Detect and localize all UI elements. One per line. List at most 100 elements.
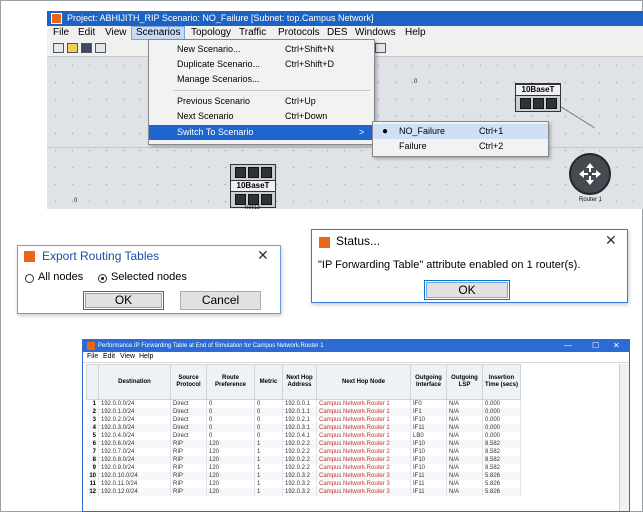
table-cell: 1 [254, 448, 283, 456]
column-header[interactable]: Destination [98, 364, 171, 400]
column-header[interactable]: Source Protocol [170, 364, 207, 400]
radio-selected-nodes[interactable] [98, 274, 107, 283]
column-header[interactable] [86, 364, 99, 400]
column-header[interactable]: Outgoing Interface [410, 364, 447, 400]
menu-help[interactable]: Help [139, 352, 153, 362]
column-header[interactable]: Next Hop Address [282, 364, 317, 400]
menu-edit[interactable]: Edit [74, 26, 99, 40]
vertical-scrollbar[interactable] [619, 364, 629, 511]
table-row[interactable]: 10 192.0.10.0/24 RIP 120 1 192.0.3.2 Campus Ne… [86, 472, 521, 480]
table-row[interactable]: 11 192.0.11.0/24 RIP 120 1 192.0.3.2 Campus Ne… [86, 480, 521, 488]
table-row[interactable]: 2 192.0.1.0/24 Direct 0 0 192.0.1.1 Campus Net… [86, 408, 521, 416]
table-cell: Campus Network.Router 2 [316, 448, 411, 456]
menu-topology[interactable]: Topology [187, 26, 235, 40]
menu-view[interactable]: View [101, 26, 131, 40]
table-cell: 1 [254, 488, 283, 496]
table-row[interactable]: 4 192.0.3.0/24 Direct 0 0 192.0.3.1 Campus Net… [86, 424, 521, 432]
table-cell: RIP [170, 488, 207, 496]
table-cell: 192.0.0.0/24 [98, 399, 171, 408]
menu-item-manage-scenarios[interactable]: Manage Scenarios... [149, 72, 374, 87]
radio-all-nodes-label[interactable]: All nodes [38, 271, 83, 283]
menu-windows[interactable]: Windows [351, 26, 400, 40]
maximize-icon[interactable]: ☐ [592, 340, 599, 352]
menu-traffic[interactable]: Traffic [235, 26, 270, 40]
toolbar-tool-icon[interactable] [375, 43, 386, 53]
ruler-mark-left: 0 [74, 198, 78, 204]
table-row[interactable]: 1 192.0.0.0/24 Direct 0 0 192.0.0.1 Campus Net… [86, 399, 521, 408]
menu-item-duplicate-scenario[interactable]: Duplicate Scenario... Ctrl+Shift+D [149, 57, 374, 72]
table-cell: 120 [206, 456, 255, 464]
close-icon[interactable]: ✕ [613, 340, 620, 352]
new-project-icon[interactable] [53, 43, 64, 53]
submenu-item-no-failure[interactable]: ● NO_Failure Ctrl+1 [373, 124, 548, 139]
open-folder-icon[interactable] [67, 43, 78, 53]
table-cell: 9 [86, 464, 99, 472]
print-icon[interactable] [95, 43, 106, 53]
table-row[interactable]: 12 192.0.12.0/24 RIP 120 1 192.0.3.2 Campus Ne… [86, 488, 521, 496]
column-header[interactable]: Route Preference [206, 364, 255, 400]
menu-des[interactable]: DES [323, 26, 352, 40]
cancel-button[interactable]: Cancel [180, 291, 261, 310]
ok-button[interactable]: OK [424, 280, 510, 300]
table-row[interactable]: 7 192.0.7.0/24 RIP 120 1 192.0.2.2 Campus Netw… [86, 448, 521, 456]
close-icon[interactable]: ✕ [257, 247, 269, 264]
router-arrows-icon [579, 163, 601, 185]
table-cell: RIP [170, 440, 207, 448]
save-icon[interactable] [81, 43, 92, 53]
menu-scenarios[interactable]: Scenarios [131, 26, 186, 40]
table-cell: IF10 [410, 456, 447, 464]
table-cell: 0 [206, 408, 255, 416]
close-icon[interactable]: ✕ [605, 232, 617, 249]
column-header[interactable]: Metric [254, 364, 283, 400]
table-cell: 5.826 [482, 472, 521, 480]
menu-view[interactable]: View [120, 352, 135, 362]
router-node[interactable] [569, 153, 611, 195]
table-cell: 5.826 [482, 488, 521, 496]
menu-file[interactable]: File [49, 26, 73, 40]
radio-all-nodes[interactable] [25, 274, 34, 283]
column-header[interactable]: Next Hop Node [316, 364, 411, 400]
column-header[interactable]: Insertion Time (secs) [482, 364, 521, 400]
table-cell: RIP [170, 448, 207, 456]
submenu-item-failure[interactable]: Failure Ctrl+2 [373, 139, 548, 154]
minimize-icon[interactable]: — [564, 340, 572, 352]
table-cell: 0 [206, 432, 255, 440]
menu-protocols[interactable]: Protocols [274, 26, 324, 40]
table-cell: 0 [254, 408, 283, 416]
ok-button[interactable]: OK [83, 291, 164, 310]
menu-edit[interactable]: Edit [103, 352, 115, 362]
table-cell: Campus Network.Router 2 [316, 440, 411, 448]
subnet-10baset-a[interactable]: 10BaseT [515, 83, 561, 112]
table-cell: 0 [206, 416, 255, 424]
workstation-icon [234, 194, 246, 205]
table-cell: IF10 [410, 416, 447, 424]
table-cell: 8.582 [482, 448, 521, 456]
table-row[interactable]: 6 192.0.6.0/24 RIP 120 1 192.0.2.2 Campus Netw… [86, 440, 521, 448]
status-dialog: Status... ✕ "IP Forwarding Table" attrib… [311, 229, 628, 303]
menu-file[interactable]: File [87, 352, 98, 362]
menu-help[interactable]: Help [401, 26, 430, 40]
table-row[interactable]: 3 192.0.2.0/24 Direct 0 0 192.0.2.1 Campus Net… [86, 416, 521, 424]
menu-item-previous-scenario[interactable]: Previous Scenario Ctrl+Up [149, 94, 374, 109]
table-cell: 0 [254, 399, 283, 408]
table-cell: RIP [170, 480, 207, 488]
table-row[interactable]: 5 192.0.4.0/24 Direct 0 0 192.0.4.1 Campus Net… [86, 432, 521, 440]
table-cell: Campus Network.Router 3 [316, 488, 411, 496]
menu-item-new-scenario[interactable]: New Scenario... Ctrl+Shift+N [149, 42, 374, 57]
subnet-10baset-b[interactable]: 10BaseT [230, 164, 276, 208]
table-cell: IF11 [410, 480, 447, 488]
table-cell: Campus Network.Router 1 [316, 399, 411, 408]
table-cell: Direct [170, 408, 207, 416]
ip-forwarding-table-window: Performance.IP Forwarding Table at End o… [82, 339, 630, 512]
radio-selected-nodes-label[interactable]: Selected nodes [111, 271, 187, 283]
menu-item-next-scenario[interactable]: Next Scenario Ctrl+Down [149, 109, 374, 124]
table-cell: 12 [86, 488, 99, 496]
table-row[interactable]: 8 192.0.8.0/24 RIP 120 1 192.0.2.2 Campus Netw… [86, 456, 521, 464]
column-header[interactable]: Outgoing LSP [446, 364, 483, 400]
table-cell: 1 [254, 480, 283, 488]
table-cell: Direct [170, 416, 207, 424]
window-title: Project: ABHIJITH_RIP Scenario: NO_Failu… [67, 13, 374, 23]
table-cell: 2 [86, 408, 99, 416]
table-row[interactable]: 9 192.0.9.0/24 RIP 120 1 192.0.2.2 Campus Netw… [86, 464, 521, 472]
menu-item-switch-to-scenario[interactable]: Switch To Scenario > [149, 125, 374, 140]
